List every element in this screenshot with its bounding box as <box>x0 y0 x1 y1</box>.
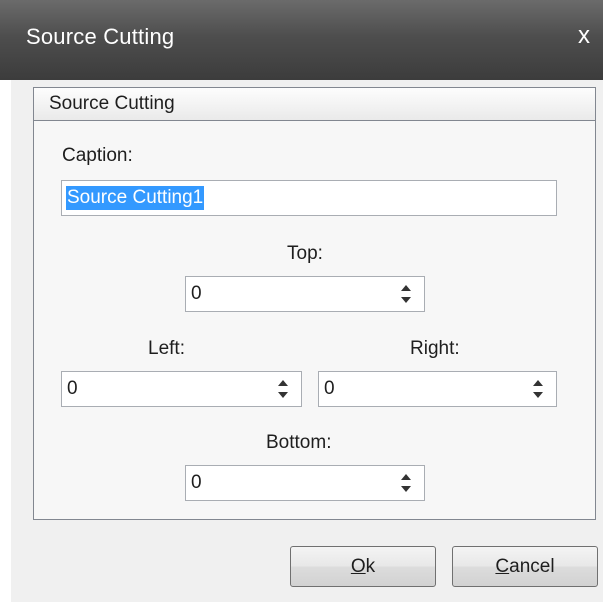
title-bar[interactable]: Source Cutting x <box>0 0 603 80</box>
window-title: Source Cutting <box>26 24 175 49</box>
left-value: 0 <box>67 378 78 399</box>
spinner-arrows-icon[interactable] <box>532 376 544 402</box>
right-label: Right: <box>410 338 460 359</box>
left-spinner[interactable]: 0 <box>61 371 302 407</box>
ok-button[interactable]: Ok <box>290 546 436 587</box>
right-value: 0 <box>324 378 335 399</box>
close-icon[interactable]: x <box>578 22 590 50</box>
cancel-label-rest: ancel <box>509 556 555 577</box>
spinner-arrows-icon[interactable] <box>277 376 289 402</box>
cancel-mnemonic: C <box>495 556 510 577</box>
caption-input[interactable]: Source Cutting1 <box>61 180 557 216</box>
caption-selected-text: Source Cutting1 <box>66 186 205 210</box>
top-value: 0 <box>191 283 202 304</box>
caption-label: Caption: <box>62 145 133 166</box>
bottom-label: Bottom: <box>266 432 332 453</box>
top-label: Top: <box>287 243 323 264</box>
group-header: Source Cutting <box>34 88 595 121</box>
ok-label-rest: k <box>365 556 376 577</box>
cancel-button[interactable]: Cancel <box>452 546 598 587</box>
group-header-label: Source Cutting <box>49 93 175 114</box>
top-spinner[interactable]: 0 <box>185 276 425 312</box>
left-label: Left: <box>148 338 185 359</box>
right-spinner[interactable]: 0 <box>318 371 557 407</box>
bottom-spinner[interactable]: 0 <box>185 465 425 501</box>
spinner-arrows-icon[interactable] <box>400 470 412 496</box>
ok-mnemonic: O <box>350 556 366 577</box>
bottom-value: 0 <box>191 472 202 493</box>
source-cutting-dialog: Source Cutting x Source Cutting Caption:… <box>0 0 603 602</box>
spinner-arrows-icon[interactable] <box>400 281 412 307</box>
